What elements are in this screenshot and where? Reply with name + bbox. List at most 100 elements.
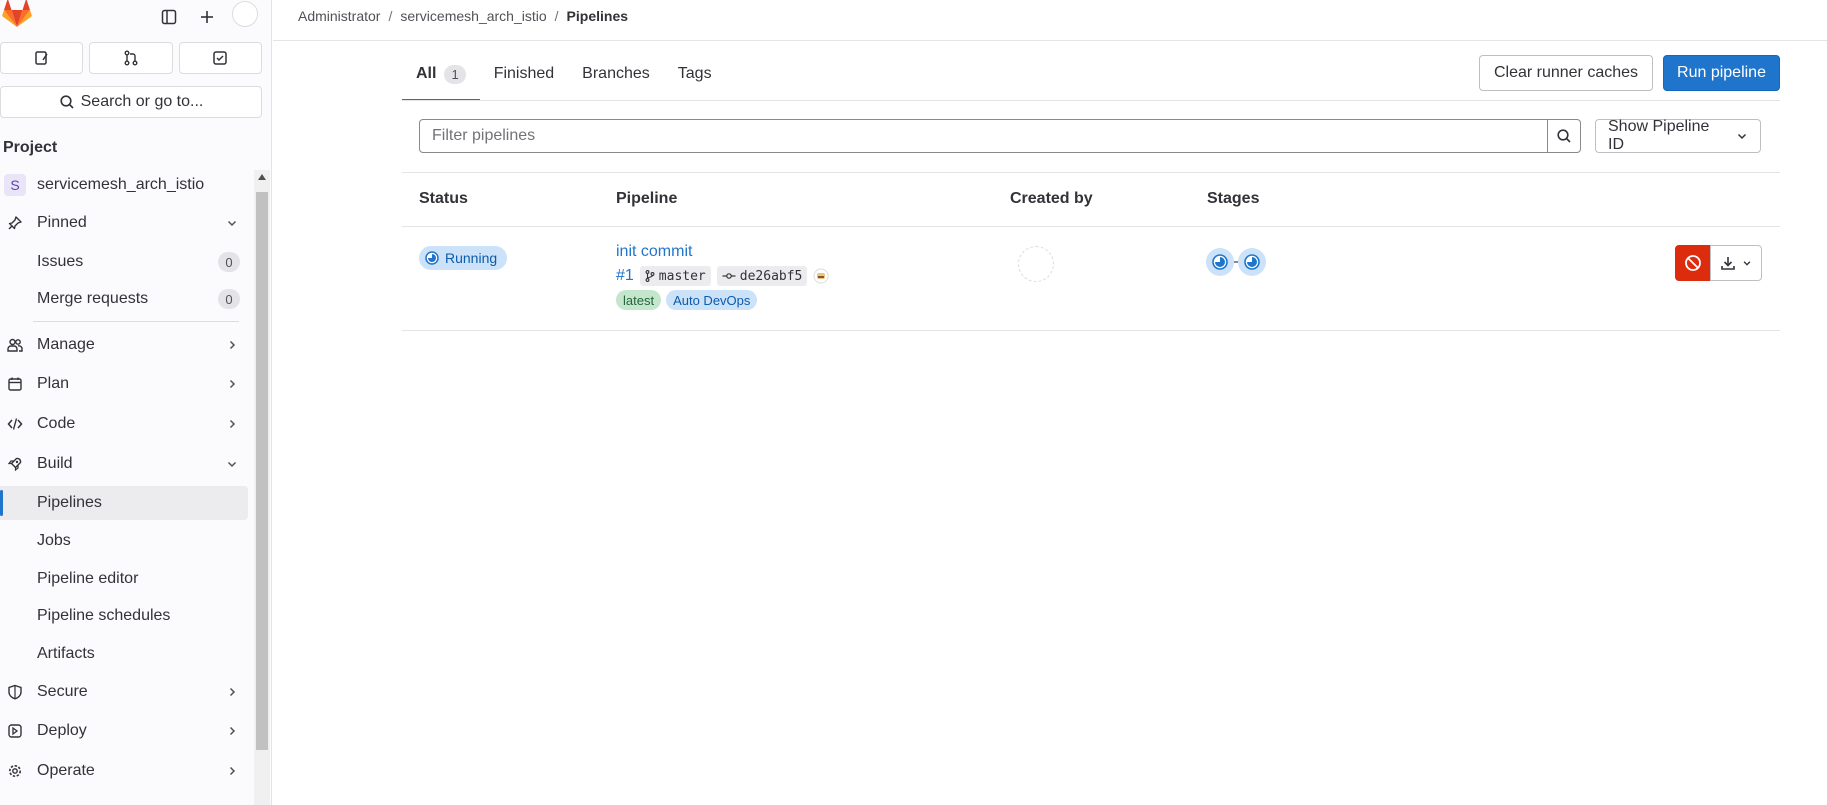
sidebar-item-label: Build	[37, 455, 73, 472]
breadcrumb-item-admin[interactable]: Administrator	[298, 8, 380, 24]
column-header-status: Status	[419, 190, 468, 207]
merge-requests-count-badge: 0	[218, 289, 240, 309]
sidebar-item-deploy[interactable]: Deploy	[0, 714, 248, 748]
sidebar-item-plan[interactable]: Plan	[0, 367, 248, 401]
todo-icon	[213, 51, 228, 65]
commit-author-avatar[interactable]	[813, 268, 829, 284]
chevron-right-icon	[226, 418, 238, 430]
column-header-created-by: Created by	[1010, 190, 1093, 207]
tab-branches[interactable]: Branches	[568, 48, 664, 100]
deploy-icon	[6, 722, 24, 740]
sidebar-item-code[interactable]: Code	[0, 407, 248, 441]
plus-icon[interactable]	[193, 3, 221, 31]
sidebar-top-bar	[0, 0, 271, 40]
chevron-right-icon	[226, 339, 238, 351]
user-avatar[interactable]	[232, 1, 258, 27]
auto-devops-badge[interactable]: Auto DevOps	[666, 290, 758, 310]
issues-icon	[34, 51, 48, 65]
gitlab-logo-icon[interactable]	[2, 0, 32, 28]
clear-runner-caches-button[interactable]: Clear runner caches	[1479, 55, 1653, 91]
sidebar-item-pipeline-schedules[interactable]: Pipeline schedules	[0, 599, 248, 633]
sidebar-item-label: Deploy	[37, 722, 87, 739]
chevron-down-icon	[1743, 261, 1751, 266]
commit-sha: de26abf5	[739, 268, 803, 284]
code-icon	[6, 415, 24, 433]
download-artifacts-dropdown[interactable]	[1710, 245, 1762, 281]
sidebar-item-label: Issues	[37, 253, 84, 270]
sidebar-section-title: Project	[3, 139, 58, 156]
stage-running-icon[interactable]	[1206, 248, 1234, 276]
running-icon	[425, 251, 439, 265]
filter-pipelines-input[interactable]	[420, 120, 1547, 152]
show-pipeline-id-dropdown[interactable]: Show Pipeline ID	[1595, 118, 1761, 153]
column-header-stages: Stages	[1207, 190, 1260, 207]
filter-divider	[402, 172, 1780, 173]
tab-label: Tags	[677, 65, 712, 82]
sidebar-item-issues[interactable]: Issues 0	[0, 245, 248, 279]
sidebar-item-label: Code	[37, 415, 76, 432]
branch-icon	[645, 270, 655, 282]
rocket-icon	[6, 455, 24, 473]
pipeline-stages	[1206, 248, 1266, 276]
sidebar-item-label: Pipeline editor	[37, 570, 139, 587]
scrollbar-thumb[interactable]	[256, 192, 268, 750]
sidebar-item-operate[interactable]: Operate	[0, 754, 248, 788]
merge-requests-shortcut-button[interactable]	[89, 42, 173, 74]
search-icon	[60, 95, 74, 109]
project-name: servicemesh_arch_istio	[37, 176, 205, 193]
scroll-up-arrow-icon[interactable]	[258, 174, 266, 180]
tab-all[interactable]: All 1	[402, 48, 480, 101]
filter-search-button[interactable]	[1547, 119, 1581, 153]
run-pipeline-button[interactable]: Run pipeline	[1663, 55, 1780, 91]
sidebar-item-manage[interactable]: Manage	[0, 328, 248, 362]
sidebar-divider	[33, 321, 239, 322]
sidebar-toggle-icon[interactable]	[155, 3, 183, 31]
column-header-pipeline: Pipeline	[616, 190, 678, 207]
pipeline-meta: #1 master de26abf5	[616, 266, 829, 286]
calendar-icon	[6, 375, 24, 393]
sidebar-item-pipeline-editor[interactable]: Pipeline editor	[0, 562, 248, 596]
breadcrumb-current[interactable]: Pipelines	[567, 8, 628, 24]
sidebar-scrollbar[interactable]	[254, 170, 270, 805]
pipeline-id-link[interactable]: #1	[616, 267, 634, 285]
sidebar-project-link[interactable]: S servicemesh_arch_istio	[0, 168, 248, 202]
breadcrumb-item-project[interactable]: servicemesh_arch_istio	[400, 8, 546, 24]
breadcrumb-separator: /	[388, 8, 393, 24]
issues-shortcut-button[interactable]	[0, 42, 84, 74]
sidebar-item-jobs[interactable]: Jobs	[0, 524, 248, 558]
chevron-down-icon	[226, 217, 238, 229]
sidebar-item-label: Merge requests	[37, 290, 149, 307]
dropdown-selected-label: Show Pipeline ID	[1608, 118, 1710, 153]
branch-name: master	[658, 268, 706, 284]
sidebar-item-pinned[interactable]: Pinned	[0, 206, 248, 240]
todos-shortcut-button[interactable]	[178, 42, 262, 74]
commit-chip[interactable]: de26abf5	[716, 266, 808, 286]
breadcrumb: Administrator / servicemesh_arch_istio /…	[298, 6, 628, 26]
users-icon	[6, 336, 24, 354]
cancel-pipeline-button[interactable]	[1675, 245, 1711, 281]
status-badge[interactable]: Running	[419, 246, 508, 270]
search-or-go-button[interactable]: Search or go to...	[0, 86, 262, 118]
search-icon	[1557, 129, 1571, 143]
sidebar-item-build[interactable]: Build	[0, 447, 248, 481]
branch-chip[interactable]: master	[639, 266, 711, 286]
tab-finished[interactable]: Finished	[480, 48, 568, 100]
sidebar-item-label: Pipeline schedules	[37, 607, 171, 624]
creator-avatar[interactable]	[1018, 246, 1054, 282]
tab-label: All	[416, 65, 437, 82]
sidebar-item-label: Secure	[37, 683, 88, 700]
sidebar-item-label: Plan	[37, 375, 70, 392]
sidebar-item-label: Pipelines	[37, 494, 102, 511]
sidebar-item-artifacts[interactable]: Artifacts	[0, 637, 248, 671]
tab-tags[interactable]: Tags	[664, 48, 726, 100]
commit-icon	[722, 273, 736, 279]
sidebar-item-pipelines[interactable]: Pipelines	[0, 486, 248, 520]
pipeline-title-link[interactable]: init commit	[616, 243, 692, 261]
sidebar-item-merge-requests[interactable]: Merge requests 0	[0, 282, 248, 316]
chevron-right-icon	[226, 378, 238, 390]
sidebar-item-label: Artifacts	[37, 645, 95, 662]
pipeline-tags: latest Auto DevOps	[616, 290, 758, 310]
project-avatar: S	[4, 174, 26, 196]
stage-running-icon[interactable]	[1238, 248, 1266, 276]
sidebar-item-secure[interactable]: Secure	[0, 675, 248, 709]
